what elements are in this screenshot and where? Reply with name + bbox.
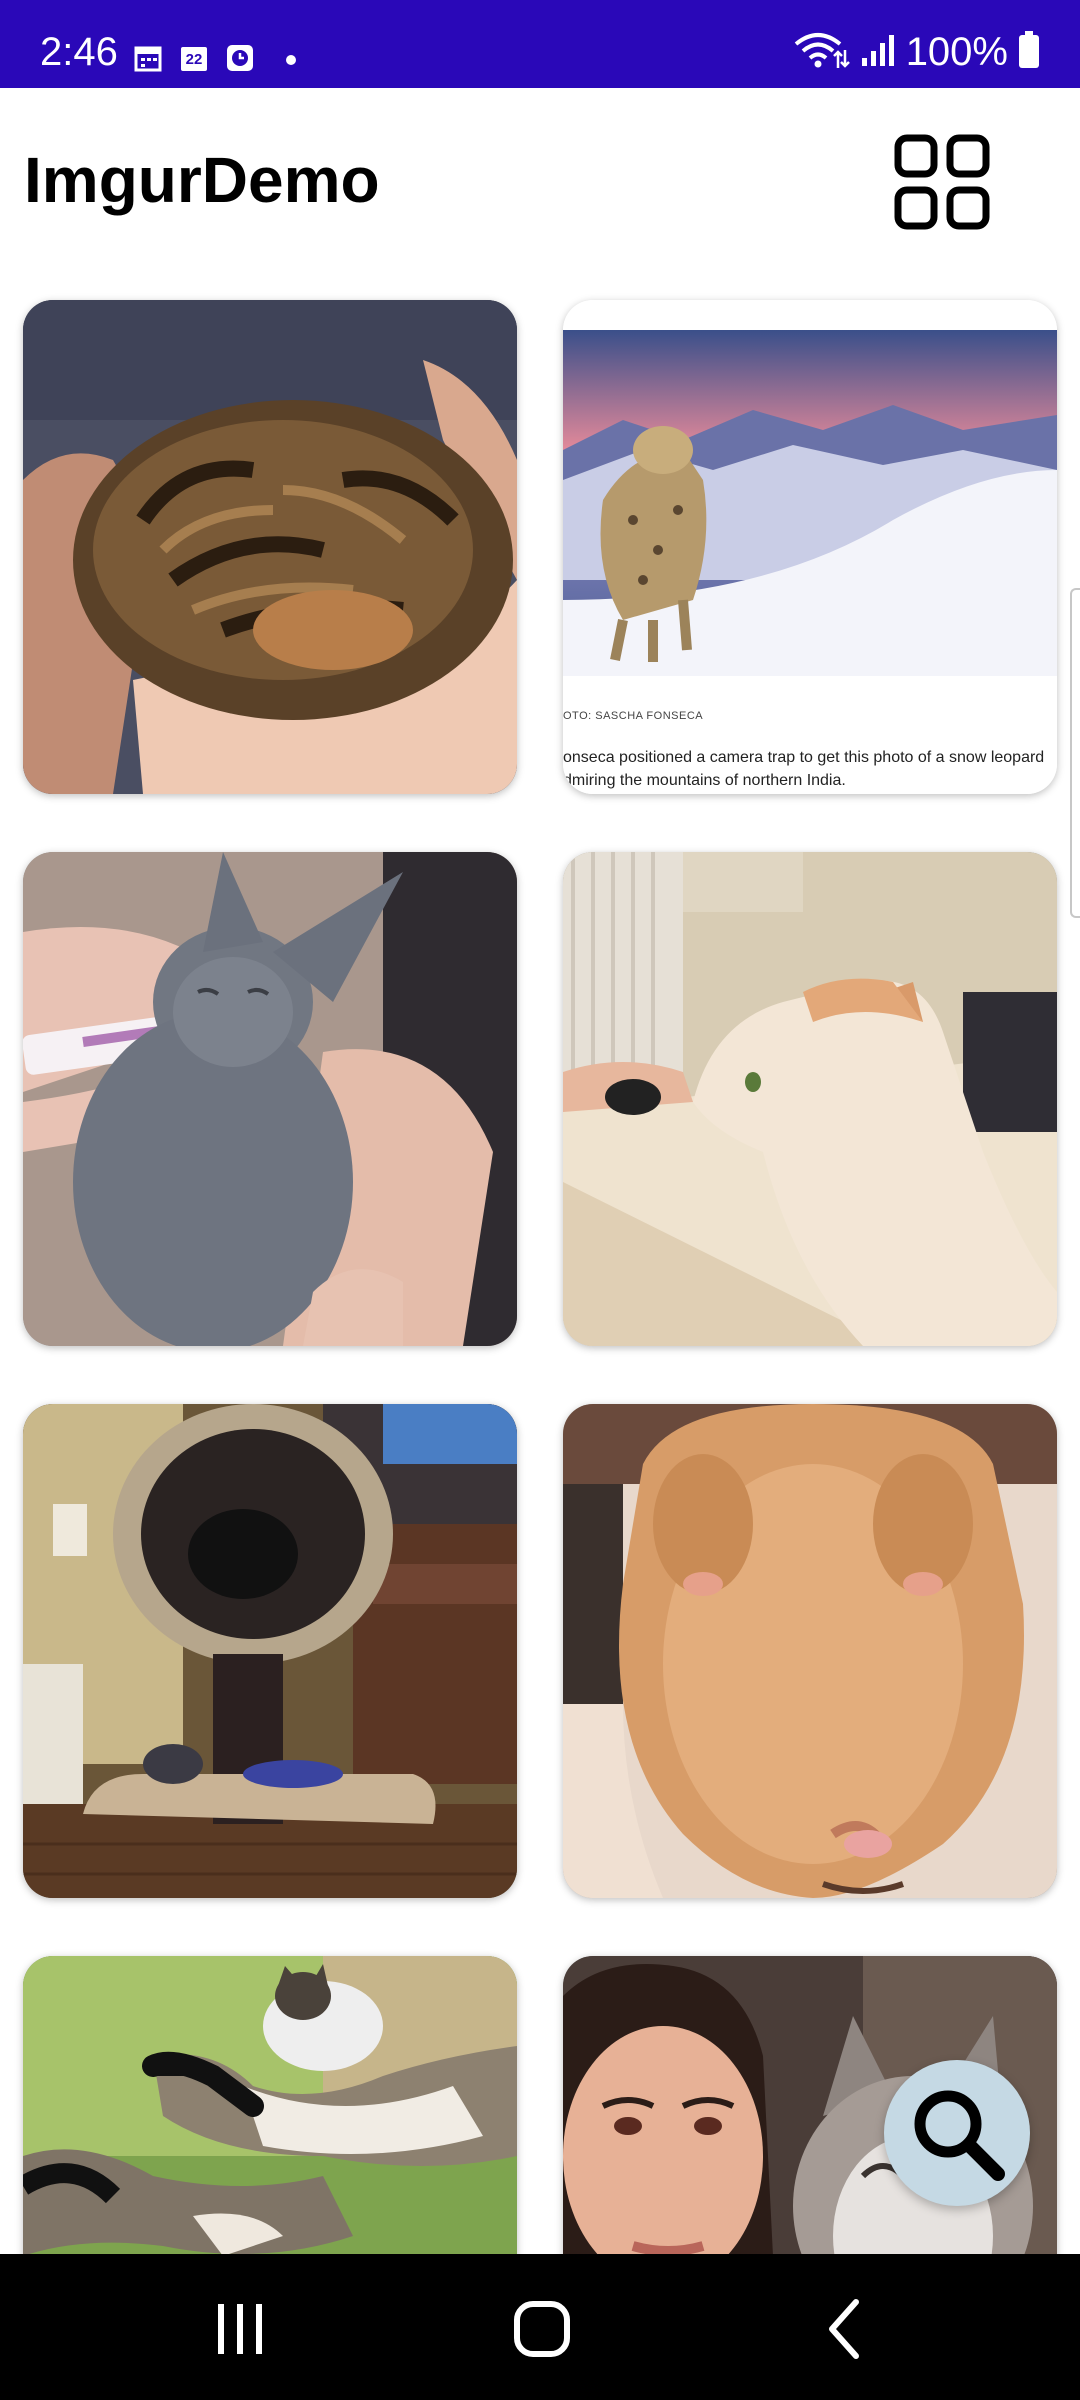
notification-dot-icon <box>286 55 296 65</box>
image-grid: OTO: SASCHA FONSECA onseca positioned a … <box>0 274 1080 2254</box>
cat-tree-image <box>23 1404 517 1898</box>
kitten-image <box>23 300 517 794</box>
goose-cat-image <box>23 1956 517 2254</box>
back-button[interactable] <box>804 2294 884 2364</box>
calendar-icon <box>134 44 162 72</box>
orange-cat-image <box>563 1404 1057 1898</box>
navigation-bar <box>0 2254 1080 2400</box>
clock-icon <box>226 44 254 72</box>
gallery-item-desk-cat[interactable] <box>563 852 1057 1346</box>
gray-kitten-image <box>23 852 517 1346</box>
gallery-item-snow-leopard[interactable]: OTO: SASCHA FONSECA onseca positioned a … <box>563 300 1057 794</box>
grid-view-icon[interactable] <box>892 132 992 232</box>
app-title: ImgurDemo <box>24 144 380 216</box>
scrollbar-handle[interactable] <box>1070 588 1080 918</box>
battery-percentage: 100% <box>905 30 1008 74</box>
calendar-date-number: 22 <box>185 51 203 68</box>
recents-button[interactable] <box>200 2294 280 2364</box>
app-bar: ImgurDemo <box>0 88 1080 274</box>
back-icon <box>829 2299 859 2359</box>
gallery-item-gray-kitten[interactable] <box>23 852 517 1346</box>
signal-icon <box>860 32 896 73</box>
photo-credit: OTO: SASCHA FONSECA <box>563 710 704 722</box>
status-right: 100% <box>794 30 1040 75</box>
wifi-icon <box>794 30 850 75</box>
home-button[interactable] <box>502 2294 582 2364</box>
home-icon <box>514 2301 570 2357</box>
recents-icon <box>218 2304 262 2354</box>
search-button[interactable] <box>884 2060 1030 2206</box>
desk-cat-image <box>563 852 1057 1346</box>
battery-icon <box>1018 30 1040 74</box>
photo-caption: onseca positioned a camera trap to get t… <box>563 749 1045 789</box>
gallery-item-goose-cat[interactable] <box>23 1956 517 2254</box>
status-time: 2:46 <box>40 30 118 74</box>
gallery-item-cat-tree[interactable] <box>23 1404 517 1898</box>
screen: 2:46 22 100% ImgurDemo OTO: SASCHA FONSE… <box>0 0 1080 2400</box>
search-icon <box>914 2090 1005 2181</box>
gallery-item-orange-cat[interactable] <box>563 1404 1057 1898</box>
gallery-item-kitten[interactable] <box>23 300 517 794</box>
status-bar: 2:46 22 100% <box>0 0 1080 88</box>
